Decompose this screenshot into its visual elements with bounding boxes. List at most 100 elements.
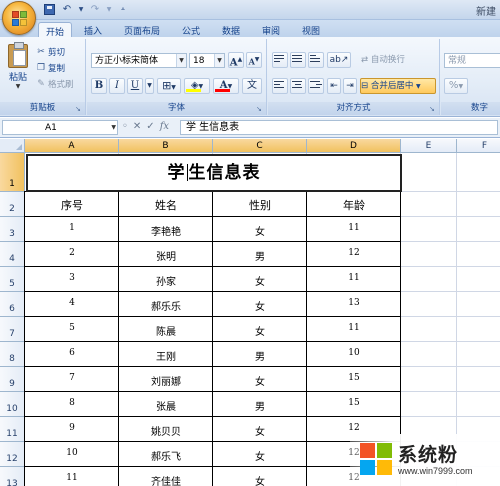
table-cell[interactable]: 10 bbox=[25, 448, 119, 458]
table-cell[interactable]: 男 bbox=[213, 398, 307, 413]
table-cell[interactable]: 15 bbox=[307, 373, 401, 383]
table-cell[interactable]: 陈晨 bbox=[119, 323, 213, 338]
tab-view[interactable]: 视图 bbox=[294, 22, 328, 37]
row-header-6[interactable]: 6 bbox=[0, 292, 25, 317]
fill-color-button[interactable]: ◈▼ bbox=[184, 78, 210, 94]
table-cell[interactable]: 1 bbox=[25, 223, 119, 233]
column-header-e[interactable]: E bbox=[401, 139, 457, 153]
decrease-indent-button[interactable]: ⇤ bbox=[327, 78, 341, 94]
column-header-b[interactable]: B bbox=[119, 139, 213, 153]
font-launcher-icon[interactable]: ↘ bbox=[256, 105, 264, 113]
align-right-button[interactable] bbox=[308, 78, 324, 94]
clipboard-launcher-icon[interactable]: ↘ bbox=[75, 105, 83, 113]
row-header-8[interactable]: 8 bbox=[0, 342, 25, 367]
increase-indent-button[interactable]: ⇥ bbox=[343, 78, 357, 94]
table-cell[interactable]: 8 bbox=[25, 398, 119, 408]
table-cell[interactable]: 11 bbox=[307, 323, 401, 333]
underline-dropdown-icon[interactable]: ▼ bbox=[145, 78, 154, 94]
alignment-launcher-icon[interactable]: ↘ bbox=[429, 105, 437, 113]
tab-page-layout[interactable]: 页面布局 bbox=[116, 22, 168, 37]
table-cell[interactable]: 女 bbox=[213, 223, 307, 238]
table-header-cell[interactable]: 序号 bbox=[25, 197, 119, 213]
table-cell[interactable]: 女 bbox=[213, 373, 307, 388]
row-header-7[interactable]: 7 bbox=[0, 317, 25, 342]
row-header-11[interactable]: 11 bbox=[0, 417, 25, 442]
name-box-dropdown-icon[interactable]: ▼ bbox=[111, 122, 116, 134]
table-cell[interactable]: 12 bbox=[307, 423, 401, 433]
tab-data[interactable]: 数据 bbox=[214, 22, 248, 37]
qat-dropdown-icon[interactable]: ⩡ bbox=[116, 3, 130, 16]
font-color-button[interactable]: A▼ bbox=[213, 78, 239, 94]
table-cell[interactable]: 女 bbox=[213, 423, 307, 438]
font-name-dropdown-icon[interactable]: ▼ bbox=[176, 54, 186, 67]
font-name-combo[interactable]: 方正小标宋简体 ▼ bbox=[91, 53, 187, 68]
column-header-c[interactable]: C bbox=[213, 139, 307, 153]
row-header-13[interactable]: 13 bbox=[0, 467, 25, 486]
table-cell[interactable]: 2 bbox=[25, 248, 119, 258]
column-header-d[interactable]: D bbox=[307, 139, 401, 153]
table-cell[interactable]: 10 bbox=[307, 348, 401, 358]
table-cell[interactable]: 刘丽娜 bbox=[119, 373, 213, 388]
redo-icon[interactable]: ↷ bbox=[88, 3, 102, 16]
table-cell[interactable]: 6 bbox=[25, 348, 119, 358]
row-header-5[interactable]: 5 bbox=[0, 267, 25, 292]
table-cell[interactable]: 姚贝贝 bbox=[119, 423, 213, 438]
column-header-f[interactable]: F bbox=[457, 139, 500, 153]
table-cell[interactable]: 张明 bbox=[119, 248, 213, 263]
align-center-button[interactable] bbox=[290, 78, 306, 94]
table-cell[interactable]: 15 bbox=[307, 398, 401, 408]
table-cell[interactable]: 男 bbox=[213, 248, 307, 263]
row-header-3[interactable]: 3 bbox=[0, 217, 25, 242]
save-icon[interactable] bbox=[42, 3, 56, 16]
bold-button[interactable]: B bbox=[91, 78, 107, 94]
paste-button[interactable]: 粘贴 ▼ bbox=[5, 42, 31, 90]
row-header-10[interactable]: 10 bbox=[0, 392, 25, 417]
enter-check-icon[interactable]: ✓ bbox=[146, 121, 154, 132]
table-cell[interactable]: 11 bbox=[307, 273, 401, 283]
table-header-cell[interactable]: 性别 bbox=[213, 197, 307, 213]
format-painter-button[interactable]: ✎ 格式刷 bbox=[36, 77, 73, 90]
table-header-cell[interactable]: 年龄 bbox=[307, 197, 401, 213]
tab-home[interactable]: 开始 bbox=[38, 22, 72, 38]
formula-bar-grip-icon[interactable]: ◦ bbox=[122, 121, 128, 132]
table-cell[interactable]: 女 bbox=[213, 323, 307, 338]
copy-button[interactable]: ❐ 复制 bbox=[36, 61, 65, 74]
formula-input[interactable]: 学 生信息表 bbox=[180, 120, 498, 135]
undo-icon[interactable]: ↶ bbox=[60, 3, 74, 16]
grow-font-button[interactable]: A▲ bbox=[228, 52, 244, 68]
undo-dropdown-icon[interactable]: ▼ bbox=[78, 3, 84, 16]
office-button[interactable] bbox=[2, 1, 36, 35]
table-cell[interactable]: 12 bbox=[307, 248, 401, 258]
table-cell[interactable]: 5 bbox=[25, 323, 119, 333]
percent-style-button[interactable]: %▼ bbox=[444, 78, 468, 94]
title-cell-a1[interactable]: 学生信息表 bbox=[26, 154, 402, 192]
table-cell[interactable]: 孙家 bbox=[119, 273, 213, 288]
table-cell[interactable]: 4 bbox=[25, 298, 119, 308]
table-cell[interactable]: 9 bbox=[25, 423, 119, 433]
phonetic-button[interactable]: 文 bbox=[242, 78, 262, 94]
table-cell[interactable]: 郝乐乐 bbox=[119, 298, 213, 313]
merge-center-button[interactable]: ⊟ 合并后居中 ▼ bbox=[360, 78, 436, 94]
redo-dropdown-icon[interactable]: ▼ bbox=[106, 3, 112, 16]
row-header-4[interactable]: 4 bbox=[0, 242, 25, 267]
table-cell[interactable]: 女 bbox=[213, 448, 307, 463]
font-size-combo[interactable]: 18 ▼ bbox=[189, 53, 225, 68]
table-cell[interactable]: 7 bbox=[25, 373, 119, 383]
table-cell[interactable]: 11 bbox=[25, 473, 119, 483]
table-cell[interactable]: 李艳艳 bbox=[119, 223, 213, 238]
underline-button[interactable]: U bbox=[127, 78, 143, 94]
italic-button[interactable]: I bbox=[109, 78, 125, 94]
row-header-9[interactable]: 9 bbox=[0, 367, 25, 392]
shrink-font-button[interactable]: A▼ bbox=[246, 52, 262, 68]
align-bottom-button[interactable] bbox=[308, 52, 324, 68]
table-cell[interactable]: 女 bbox=[213, 473, 307, 486]
orientation-button[interactable]: ab↗ bbox=[327, 52, 351, 68]
table-cell[interactable]: 13 bbox=[307, 298, 401, 308]
row-header-1[interactable]: 1 bbox=[0, 153, 25, 192]
tab-insert[interactable]: 插入 bbox=[76, 22, 110, 37]
name-box[interactable]: A1 ▼ bbox=[2, 120, 118, 135]
wrap-text-button[interactable]: ⇄ 自动换行 bbox=[360, 52, 436, 68]
table-cell[interactable]: 郝乐飞 bbox=[119, 448, 213, 463]
align-middle-button[interactable] bbox=[290, 52, 306, 68]
number-format-combo[interactable]: 常规 bbox=[444, 53, 500, 68]
